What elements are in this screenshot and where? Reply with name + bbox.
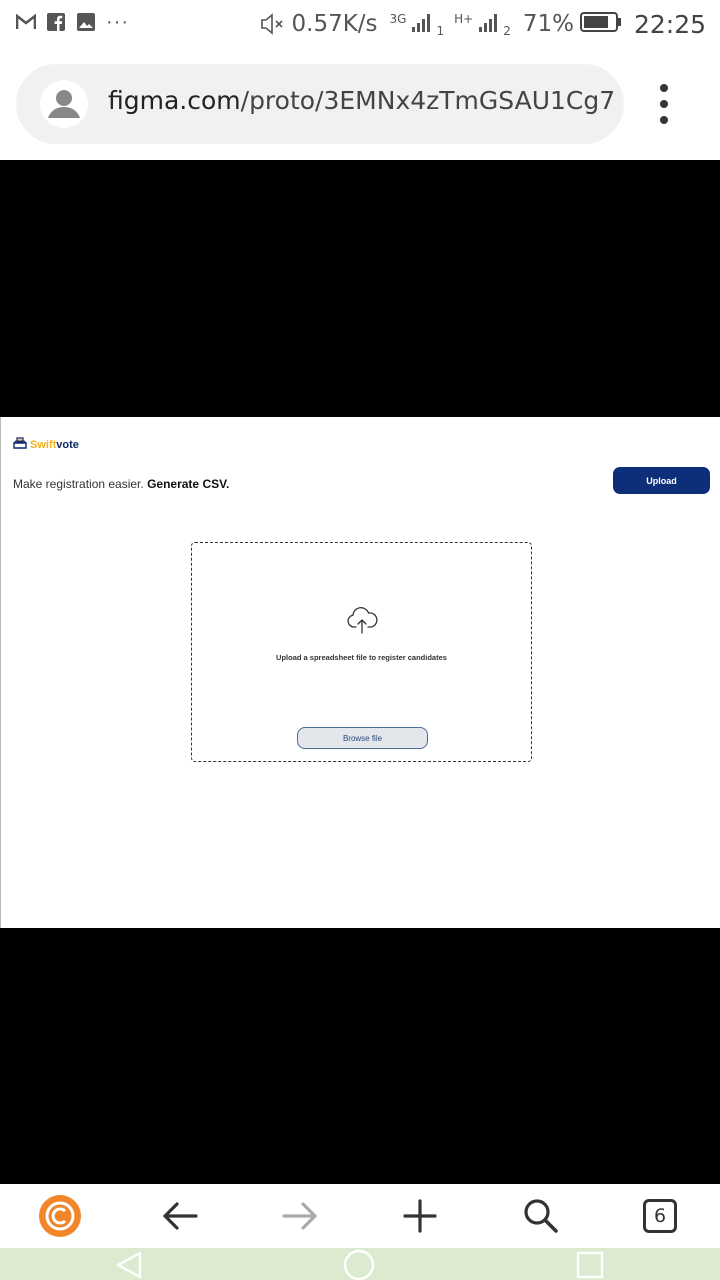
file-dropzone[interactable]: Upload a spreadsheet file to register ca…: [191, 542, 532, 762]
nav-back-icon[interactable]: [110, 1250, 146, 1280]
back-arrow-icon[interactable]: [156, 1192, 204, 1240]
forward-arrow-icon[interactable]: [276, 1192, 324, 1240]
signal-2-icon: [479, 12, 501, 37]
upload-button[interactable]: Upload: [613, 467, 710, 494]
new-tab-plus-icon[interactable]: [396, 1192, 444, 1240]
battery-percent: 71%: [522, 11, 574, 37]
tagline-text: Make registration easier.: [13, 477, 144, 491]
ballot-box-icon: [13, 436, 27, 454]
cloud-upload-icon: [346, 607, 378, 635]
brand-name: Swiftvote: [30, 439, 79, 451]
gallery-icon: [76, 12, 96, 32]
network-type-2: H+: [454, 12, 474, 26]
url-host: figma.com: [108, 86, 241, 115]
tab-count: 6: [643, 1199, 677, 1233]
browser-menu-icon[interactable]: [652, 84, 676, 124]
mute-icon: [260, 13, 286, 35]
nav-recents-icon[interactable]: [572, 1250, 608, 1280]
profile-avatar[interactable]: [40, 80, 88, 128]
browse-file-button[interactable]: Browse file: [297, 727, 428, 749]
sim-1-label: 1: [436, 24, 445, 38]
viewport-letterbox-top: [0, 160, 720, 417]
clock: 22:25: [633, 9, 706, 39]
viewport-letterbox-bottom: [0, 928, 720, 1184]
dropzone-message: Upload a spreadsheet file to register ca…: [276, 653, 447, 662]
prototype-frame: Swiftvote Make registration easier. Gene…: [0, 417, 720, 928]
address-bar[interactable]: figma.com/proto/3EMNx4zTmGSAU1Cg7: [16, 64, 624, 144]
system-indicators: 0.57K/s 3G 1 H+ 2 71% 22:25: [260, 6, 706, 42]
notification-icons: ···: [16, 12, 129, 32]
system-nav-bar: [0, 1248, 720, 1280]
status-bar: ··· 0.57K/s 3G 1 H+ 2 71% 22:25: [0, 0, 720, 48]
net-speed: 0.57K/s: [291, 11, 378, 37]
brand-logo[interactable]: Swiftvote: [13, 436, 79, 454]
tagline: Make registration easier. Generate CSV.: [13, 477, 229, 491]
tagline-bold: Generate CSV.: [147, 477, 230, 491]
nav-home-icon[interactable]: [341, 1249, 377, 1280]
more-notifications-icon: ···: [106, 11, 129, 33]
browser-home-icon[interactable]: [36, 1192, 84, 1240]
facebook-icon: [46, 12, 66, 32]
tabs-counter-icon[interactable]: 6: [636, 1192, 684, 1240]
browser-toolbar: 6: [0, 1184, 720, 1248]
url-path: /proto/3EMNx4zTmGSAU1Cg7: [240, 86, 616, 115]
signal-1-icon: [412, 12, 434, 37]
brand-name-part2: vote: [56, 439, 79, 451]
url-text[interactable]: figma.com/proto/3EMNx4zTmGSAU1Cg7: [108, 86, 615, 115]
gmail-icon: [16, 12, 36, 32]
brand-name-part1: Swift: [30, 439, 57, 451]
sim-2-label: 2: [503, 24, 511, 38]
battery-icon: [579, 11, 622, 38]
network-type-1: 3G: [389, 12, 407, 26]
search-icon[interactable]: [517, 1192, 565, 1240]
